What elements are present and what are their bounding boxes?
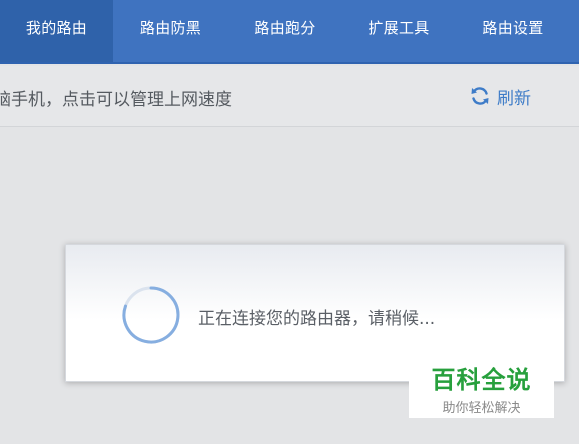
tab-router-anti-hack[interactable]: 路由防黑 (113, 0, 228, 62)
tab-extension-tools[interactable]: 扩展工具 (342, 0, 456, 62)
tab-router-settings[interactable]: 路由设置 (456, 0, 570, 62)
watermark-title: 百科全说 (431, 366, 532, 394)
refresh-button[interactable]: 刷新 (469, 82, 531, 110)
watermark-logo: 百科全说 助你轻松解决 (409, 350, 554, 418)
watermark-subtitle: 助你轻松解决 (442, 401, 521, 416)
tab-my-router[interactable]: 我的路由 (0, 0, 113, 62)
top-nav-bar: 我的路由 路由防黑 路由跑分 扩展工具 路由设置 (0, 0, 579, 64)
subheader: 脑手机，点击可以管理上网速度 刷新 (0, 66, 579, 127)
refresh-label: 刷新 (497, 88, 531, 109)
connecting-message: 正在连接您的路由器，请稍候... (198, 309, 436, 329)
manage-speed-hint: 脑手机，点击可以管理上网速度 (0, 90, 232, 110)
refresh-icon (469, 85, 491, 107)
tab-router-benchmark[interactable]: 路由跑分 (228, 0, 342, 62)
loading-spinner-icon (121, 285, 181, 345)
